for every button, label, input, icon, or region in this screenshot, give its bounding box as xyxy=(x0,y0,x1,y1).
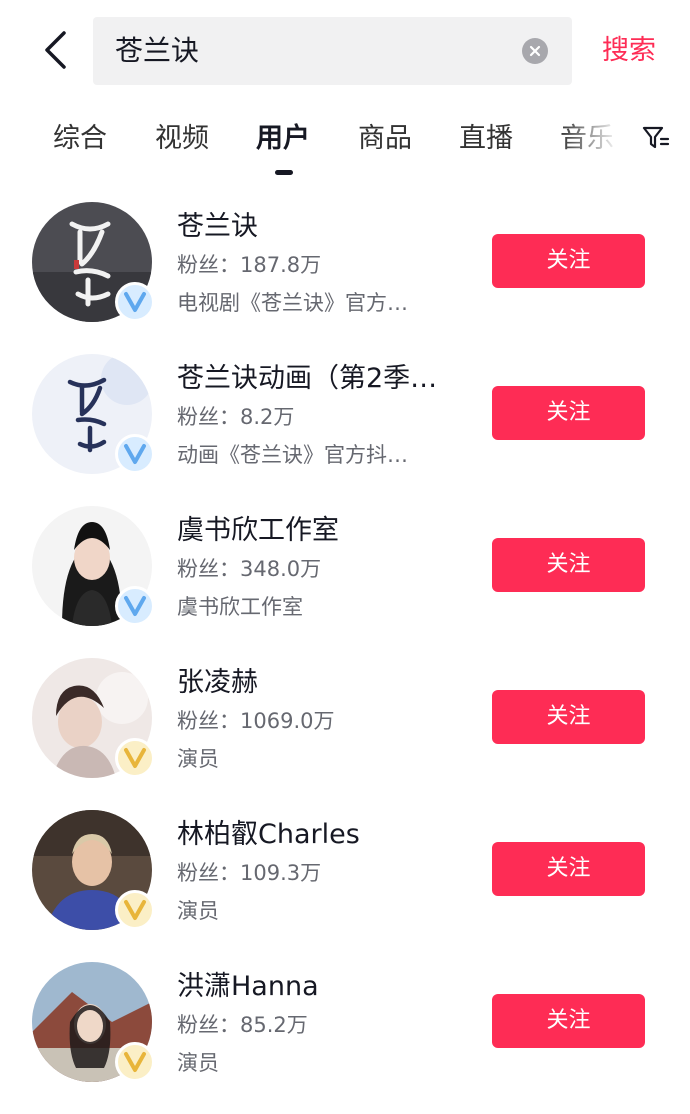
verified-badge xyxy=(115,890,155,930)
user-result-row[interactable]: 苍兰诀动画（第2季… 粉丝：8.2万 动画《苍兰诀》官方抖… 关注 xyxy=(0,342,690,494)
user-description: 虞书欣工作室 xyxy=(177,595,303,619)
verified-v-icon xyxy=(124,596,146,616)
user-result-row[interactable]: 林柏叡Charles 粉丝：109.3万 演员 关注 xyxy=(0,798,690,950)
follow-button[interactable]: 关注 xyxy=(492,842,645,896)
filter-icon xyxy=(642,126,670,149)
user-description: 演员 xyxy=(177,1051,219,1075)
follow-button[interactable]: 关注 xyxy=(492,538,645,592)
user-description: 动画《苍兰诀》官方抖… xyxy=(177,443,408,467)
fans-count: 粉丝：348.0万 xyxy=(177,557,322,581)
fans-count: 粉丝：8.2万 xyxy=(177,405,295,429)
search-input[interactable]: 苍兰诀 xyxy=(93,17,572,85)
user-name[interactable]: 虞书欣工作室 xyxy=(177,508,339,547)
search-query-text: 苍兰诀 xyxy=(115,34,200,67)
verified-v-icon xyxy=(124,444,146,464)
search-submit-button[interactable]: 搜索 xyxy=(602,24,656,78)
user-result-row[interactable]: 虞书欣工作室 粉丝：348.0万 虞书欣工作室 关注 xyxy=(0,494,690,646)
tab-products[interactable]: 商品 xyxy=(358,116,412,155)
follow-button[interactable]: 关注 xyxy=(492,994,645,1048)
user-name[interactable]: 苍兰诀动画（第2季… xyxy=(177,356,437,395)
user-name[interactable]: 苍兰诀 xyxy=(177,204,258,243)
filter-button[interactable] xyxy=(638,120,674,156)
user-description: 演员 xyxy=(177,899,219,923)
verified-badge xyxy=(115,434,155,474)
user-description: 电视剧《苍兰诀》官方… xyxy=(177,291,408,315)
clear-search-button[interactable] xyxy=(522,38,548,64)
user-name[interactable]: 张凌赫 xyxy=(177,660,258,699)
fans-count: 粉丝：85.2万 xyxy=(177,1013,308,1037)
follow-button[interactable]: 关注 xyxy=(492,234,645,288)
verified-v-icon xyxy=(124,748,146,768)
search-header: 苍兰诀 搜索 xyxy=(0,0,690,104)
tab-scroll-fade xyxy=(560,104,640,190)
verified-v-icon xyxy=(124,1052,146,1072)
back-button[interactable] xyxy=(30,22,80,78)
verified-badge xyxy=(115,586,155,626)
verified-v-icon xyxy=(124,900,146,920)
verified-badge xyxy=(115,1042,155,1082)
tab-general[interactable]: 综合 xyxy=(53,116,107,155)
fans-count: 粉丝：187.8万 xyxy=(177,253,322,277)
user-name[interactable]: 林柏叡Charles xyxy=(177,812,360,851)
user-result-row[interactable]: 苍兰诀 粉丝：187.8万 电视剧《苍兰诀》官方… 关注 xyxy=(0,190,690,342)
verified-badge xyxy=(115,282,155,322)
user-result-row[interactable]: 张凌赫 粉丝：1069.0万 演员 关注 xyxy=(0,646,690,798)
user-result-row[interactable]: 洪潇Hanna 粉丝：85.2万 演员 关注 xyxy=(0,950,690,1102)
tab-live[interactable]: 直播 xyxy=(459,116,513,155)
verified-badge xyxy=(115,738,155,778)
clear-x-icon xyxy=(529,45,541,57)
search-category-tabs: 综合 视频 用户 商品 直播 音乐 xyxy=(0,104,690,190)
chevron-left-icon xyxy=(45,31,66,69)
user-name[interactable]: 洪潇Hanna xyxy=(177,964,319,1003)
fans-count: 粉丝：109.3万 xyxy=(177,861,322,885)
user-description: 演员 xyxy=(177,747,219,771)
active-tab-indicator xyxy=(275,170,293,175)
fans-count: 粉丝：1069.0万 xyxy=(177,709,335,733)
follow-button[interactable]: 关注 xyxy=(492,690,645,744)
verified-v-icon xyxy=(124,292,146,312)
tab-video[interactable]: 视频 xyxy=(155,116,209,155)
follow-button[interactable]: 关注 xyxy=(492,386,645,440)
tab-users[interactable]: 用户 xyxy=(256,116,310,155)
